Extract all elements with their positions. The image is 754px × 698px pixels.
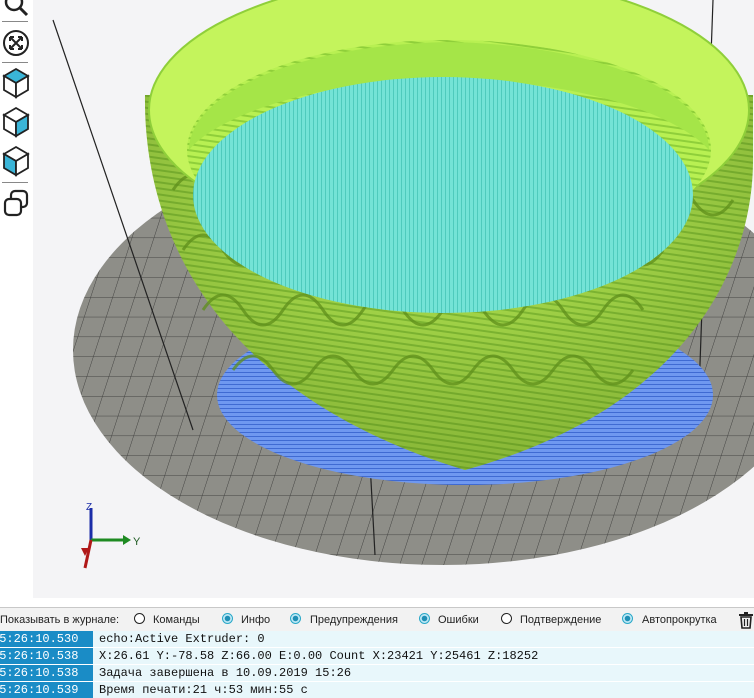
search-icon[interactable] xyxy=(0,0,32,22)
axis-indicator: Z Y xyxy=(81,502,141,569)
log-row: 15:26:10.530 echo:Active Extruder: 0 xyxy=(0,631,754,647)
view-toolbar xyxy=(0,0,34,598)
log-row: 15:26:10.538 Задача завершена в 10.09.20… xyxy=(0,665,754,681)
log-time: 15:26:10.530 xyxy=(0,631,93,647)
radio-info[interactable] xyxy=(222,613,233,624)
option-info-label[interactable]: Инфо xyxy=(241,614,270,626)
view-top-cube-icon[interactable] xyxy=(0,65,32,101)
option-autoscroll-label[interactable]: Автопрокрутка xyxy=(642,614,717,626)
log-message: echo:Active Extruder: 0 xyxy=(93,631,754,647)
view-side-cube-icon[interactable] xyxy=(0,143,32,179)
radio-confirmation[interactable] xyxy=(501,613,512,624)
log-message: X:26.61 Y:-78.58 Z:66.00 E:0.00 Count X:… xyxy=(93,648,754,664)
axis-z-label: Z xyxy=(86,502,92,513)
fit-view-icon[interactable] xyxy=(0,25,32,61)
axis-y-label: Y xyxy=(133,536,141,548)
log-filter-label: Показывать в журнале: xyxy=(0,614,120,626)
view-front-cube-icon[interactable] xyxy=(0,104,32,140)
radio-warnings[interactable] xyxy=(290,613,301,624)
option-confirmation-label[interactable]: Подтверждение xyxy=(520,614,601,626)
trash-icon[interactable] xyxy=(738,611,754,632)
radio-commands[interactable] xyxy=(134,613,145,624)
option-warnings-label[interactable]: Предупреждения xyxy=(310,614,398,626)
multi-object-icon[interactable] xyxy=(0,186,32,222)
radio-errors[interactable] xyxy=(419,613,430,624)
log-row: 15:26:10.539 Время печати:21 ч:53 мин:55… xyxy=(0,682,754,698)
log-output[interactable]: 15:26:10.530 echo:Active Extruder: 0 15:… xyxy=(0,631,754,698)
log-filter-bar: Показывать в журнале: Команды Инфо Преду… xyxy=(0,607,754,632)
log-message: Время печати:21 ч:53 мин:55 с xyxy=(93,682,754,698)
log-message: Задача завершена в 10.09.2019 15:26 xyxy=(93,665,754,681)
log-time: 15:26:10.538 xyxy=(0,665,93,681)
radio-autoscroll[interactable] xyxy=(622,613,633,624)
log-time: 15:26:10.539 xyxy=(0,682,93,698)
3d-viewport[interactable]: Z Y xyxy=(33,0,754,598)
log-time: 15:26:10.538 xyxy=(0,648,93,664)
option-errors-label[interactable]: Ошибки xyxy=(438,614,479,626)
option-commands-label[interactable]: Команды xyxy=(153,614,200,626)
log-row: 15:26:10.538 X:26.61 Y:-78.58 Z:66.00 E:… xyxy=(0,648,754,664)
